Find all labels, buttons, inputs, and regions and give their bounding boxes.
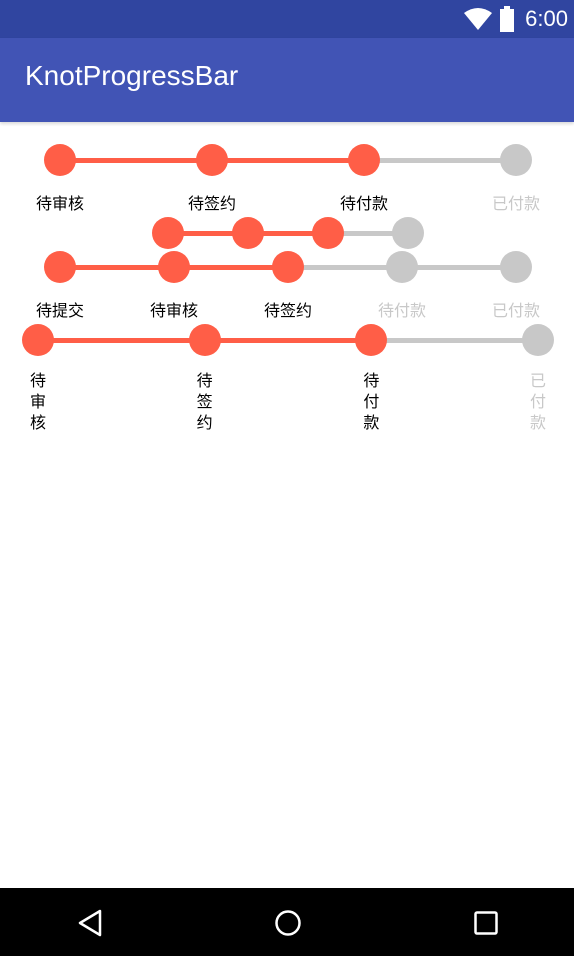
- progress-knot-5: [500, 251, 532, 283]
- progress-knot-3: [348, 144, 380, 176]
- home-button[interactable]: [271, 906, 305, 940]
- progress-knot-2: [232, 217, 264, 249]
- app-bar: KnotProgressBar: [0, 38, 574, 122]
- progress-knot-1: [152, 217, 184, 249]
- progress-label-1: 待审核: [29, 371, 46, 432]
- nav-bar: [0, 888, 574, 956]
- recents-button[interactable]: [469, 906, 503, 940]
- progress-knot-2: [188, 324, 221, 356]
- status-time: 6:00: [525, 6, 568, 31]
- progress-label-3: 待签约: [263, 301, 312, 320]
- progress-label-4: 已付款: [529, 371, 546, 432]
- progress-label-4: 待付款: [377, 301, 426, 320]
- progress-label-2: 待签约: [196, 371, 213, 432]
- progress-label-5: 已付款: [491, 301, 540, 320]
- progress-knot-3: [272, 251, 304, 283]
- progress-knot-4: [386, 251, 418, 283]
- progress-knot-3: [355, 324, 388, 356]
- content-area: 待审核 待签约 待付款 已付款 待提交 待审核 待签约 待付款 已付款 待审核 待签约 待付款 已付…: [0, 122, 574, 888]
- back-icon: [78, 909, 102, 937]
- wifi-icon: [464, 8, 493, 30]
- progress-knot-2: [196, 144, 228, 176]
- progress-label-4: 已付款: [491, 194, 540, 213]
- app-title: KnotProgressBar: [25, 60, 239, 91]
- battery-icon: [500, 6, 515, 32]
- status-icons: 6:00: [463, 0, 568, 38]
- progress-label-1: 待提交: [35, 301, 84, 320]
- home-icon: [275, 910, 301, 936]
- progress-knot-1: [22, 324, 54, 356]
- progress-knot-3: [312, 217, 344, 249]
- progress-label-3: 待付款: [363, 371, 380, 432]
- progress-label-1: 待审核: [35, 194, 84, 213]
- progress-knot-1: [44, 144, 76, 176]
- back-button[interactable]: [73, 906, 107, 940]
- progress-knot-2: [158, 251, 190, 283]
- progress-knot-4: [522, 324, 554, 356]
- progress-knot-4: [500, 144, 532, 176]
- progress-knot-4: [392, 217, 424, 249]
- progress-label-2: 待签约: [187, 194, 236, 213]
- progress-knot-1: [44, 251, 76, 283]
- progress-track-pending: [364, 157, 516, 163]
- progress-label-2: 待审核: [149, 301, 198, 320]
- status-bar: 6:00: [0, 0, 574, 38]
- progress-label-3: 待付款: [339, 194, 388, 213]
- progress-track-pending: [371, 337, 538, 343]
- recents-icon: [474, 911, 498, 935]
